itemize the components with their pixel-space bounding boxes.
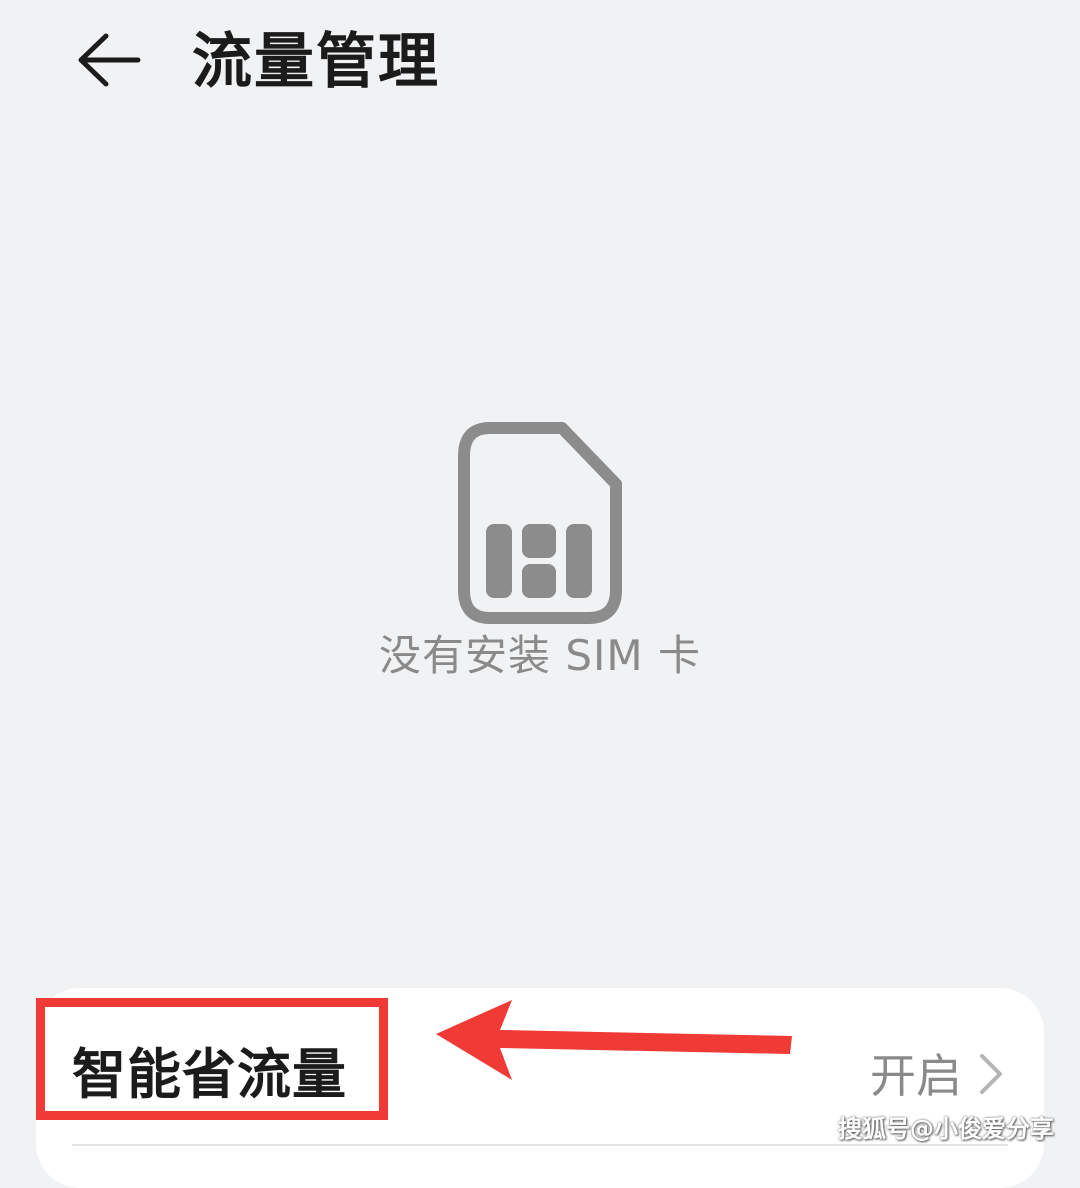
no-sim-message: 没有安装 SIM 卡 bbox=[379, 631, 701, 680]
arrow-left-icon bbox=[78, 33, 141, 87]
chevron-right-icon bbox=[980, 1054, 1002, 1094]
smart-data-saver-status: 开启 bbox=[870, 1049, 962, 1103]
empty-state: 没有安装 SIM 卡 bbox=[0, 410, 1080, 700]
highlight-box bbox=[36, 998, 388, 1120]
row-divider bbox=[72, 1144, 1008, 1146]
sim-card-icon bbox=[458, 422, 622, 624]
back-button[interactable] bbox=[70, 28, 142, 92]
watermark: 搜狐号@小俊爱分享 bbox=[838, 1115, 1054, 1143]
page-title: 流量管理 bbox=[192, 27, 440, 97]
red-arrow-left-icon bbox=[436, 1000, 792, 1080]
app-header: 流量管理 bbox=[0, 0, 1080, 130]
